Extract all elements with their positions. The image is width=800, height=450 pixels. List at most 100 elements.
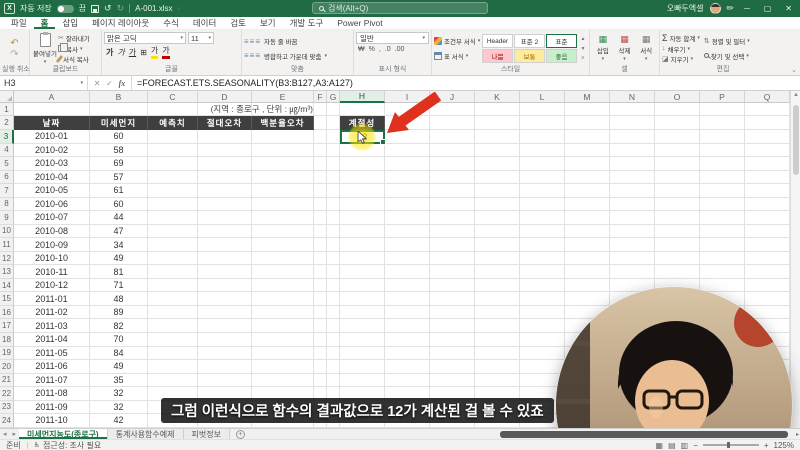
ribbon-tab-검토[interactable]: 검토 [223,17,253,29]
cell[interactable] [198,143,252,158]
cell[interactable] [475,305,520,320]
cell[interactable] [340,346,385,361]
cell[interactable] [430,332,475,347]
cell[interactable] [475,292,520,306]
cell[interactable] [610,143,655,158]
date-cell[interactable]: 2011-03 [14,319,90,333]
cell[interactable] [385,143,430,158]
ribbon-tab-홈[interactable]: 홈 [34,17,56,29]
cell[interactable] [327,251,340,266]
copy-button[interactable]: 복사 ▾ [58,43,99,54]
cell[interactable] [314,265,327,279]
row-header-12[interactable]: 12 [0,251,14,266]
cell[interactable] [327,184,340,198]
sheet-tab-피벗정보[interactable]: 피벗정보 [183,429,230,439]
date-cell[interactable]: 2010-09 [14,238,90,252]
cell[interactable] [475,103,520,116]
cell[interactable] [610,211,655,225]
pm-value-cell[interactable]: 49 [90,251,148,266]
pm-value-cell[interactable]: 42 [90,414,148,428]
cell[interactable] [565,170,610,185]
cell[interactable] [430,346,475,361]
cell[interactable] [252,184,314,198]
cell[interactable] [327,305,340,320]
date-cell[interactable]: 2011-10 [14,414,90,428]
cell[interactable] [610,157,655,171]
row-header-23[interactable]: 23 [0,400,14,415]
ribbon-tab-파일[interactable]: 파일 [4,17,34,29]
cell[interactable] [198,305,252,320]
cell[interactable] [655,197,700,212]
cell[interactable] [385,157,430,171]
cell[interactable] [655,157,700,171]
cell-style-표준 2[interactable]: 표준 2 [514,34,545,48]
cell[interactable] [327,224,340,239]
undo-ribbon-icon[interactable]: ↶ [10,38,18,49]
cell[interactable] [340,157,385,171]
cell[interactable] [700,278,745,293]
save-icon[interactable] [91,4,100,13]
cell[interactable] [314,319,327,333]
cell[interactable] [565,238,610,252]
cell[interactable] [340,197,385,212]
cell[interactable] [314,305,327,320]
cell[interactable] [745,251,790,266]
cell[interactable] [520,265,565,279]
cell[interactable] [340,278,385,293]
cell[interactable] [327,238,340,252]
cell[interactable] [610,130,655,144]
column-header-E[interactable]: E [252,91,314,103]
cell[interactable] [148,224,198,239]
date-cell[interactable]: 2011-06 [14,360,90,374]
cell[interactable] [340,103,385,116]
cell[interactable] [700,143,745,158]
cell[interactable] [475,360,520,374]
cell[interactable] [385,319,430,333]
pm-value-cell[interactable]: 60 [90,130,148,144]
cell[interactable] [198,211,252,225]
pm-value-cell[interactable]: 58 [90,143,148,158]
cell[interactable] [340,360,385,374]
pm-value-cell[interactable]: 32 [90,387,148,401]
date-cell[interactable]: 2011-05 [14,346,90,361]
table-header-cell[interactable]: 미세먼지 [90,116,148,130]
sheet-tab-미세먼지농도(종로구)[interactable]: 미세먼지농도(종로구) [19,429,108,439]
pm-value-cell[interactable]: 61 [90,184,148,198]
decrease-decimal-button[interactable]: .00 [395,46,405,53]
cell[interactable] [198,278,252,293]
cell[interactable] [314,278,327,293]
cell[interactable] [252,346,314,361]
name-box[interactable]: H3 ▾ [0,76,88,90]
page-layout-view-icon[interactable]: ▤ [668,441,676,450]
cell[interactable] [700,265,745,279]
cell[interactable] [430,292,475,306]
cell[interactable] [314,170,327,185]
add-sheet-button[interactable]: + [235,429,245,439]
cell[interactable] [340,319,385,333]
column-header-C[interactable]: C [148,91,198,103]
cell[interactable] [475,116,520,130]
cell[interactable] [148,373,198,388]
cell[interactable] [475,197,520,212]
user-name[interactable]: 오빠두엑셀 [667,3,704,14]
cell[interactable] [565,265,610,279]
cell[interactable] [475,130,520,144]
cell[interactable] [565,251,610,266]
select-all-corner[interactable] [0,91,14,103]
column-header-A[interactable]: A [14,91,90,103]
cell[interactable] [565,224,610,239]
cell[interactable] [520,360,565,374]
cell[interactable] [198,238,252,252]
format-cells-button[interactable]: ▦ 서식 ▾ [635,32,657,65]
cell[interactable] [148,197,198,212]
cell[interactable] [327,346,340,361]
cell[interactable] [385,184,430,198]
cell[interactable] [745,292,790,306]
cell[interactable] [198,197,252,212]
cell[interactable] [520,332,565,347]
cell[interactable] [198,170,252,185]
cell[interactable] [340,224,385,239]
find-select-button[interactable]: 찾기 및 선택 ▾ [703,51,750,61]
gallery-scroll[interactable]: ▲ ▼ ≡ [579,32,587,65]
cell[interactable] [745,170,790,185]
